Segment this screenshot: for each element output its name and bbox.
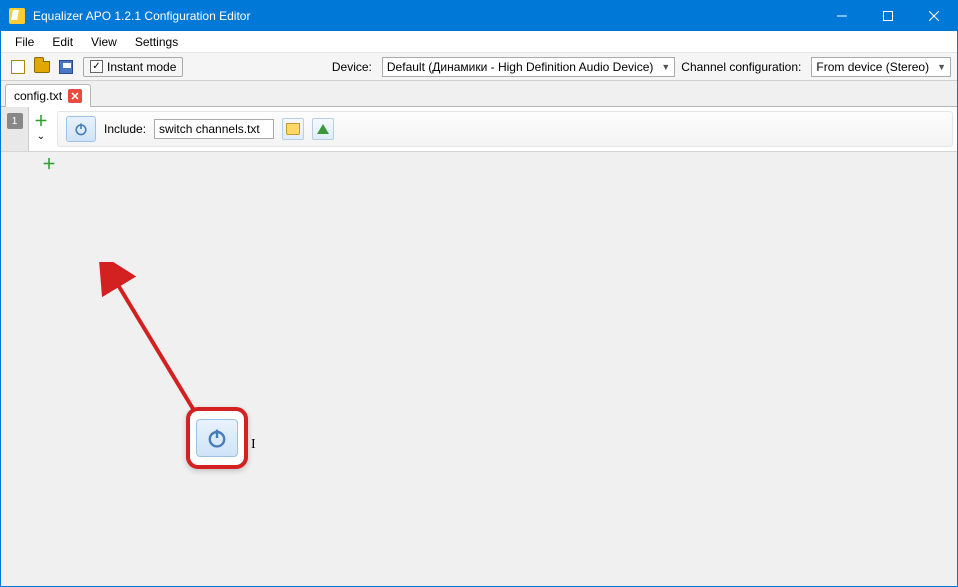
titlebar: Equalizer APO 1.2.1 Configuration Editor [1, 1, 957, 31]
instant-mode-label: Instant mode [107, 60, 176, 74]
menu-edit[interactable]: Edit [44, 33, 81, 51]
device-value: Default (Динамики - High Definition Audi… [387, 60, 653, 74]
tabbar: config.txt [1, 81, 957, 107]
instant-mode-toggle[interactable]: Instant mode [83, 57, 183, 77]
add-filter-button[interactable]: ＋ [33, 113, 49, 129]
save-icon [59, 60, 73, 74]
text-cursor-icon: I [251, 437, 256, 453]
app-icon [9, 8, 25, 24]
menu-file[interactable]: File [7, 33, 42, 51]
maximize-button[interactable] [865, 1, 911, 31]
menubar: File Edit View Settings [1, 31, 957, 53]
channel-config-value: From device (Stereo) [816, 60, 929, 74]
power-toggle-button[interactable] [66, 116, 96, 142]
chevron-down-icon: ▼ [937, 62, 946, 72]
channel-config-label: Channel configuration: [681, 60, 801, 74]
instant-mode-checkbox[interactable] [90, 60, 103, 73]
row-number: 1 [7, 113, 23, 129]
new-file-button[interactable] [7, 56, 29, 78]
open-file-button[interactable] [31, 56, 53, 78]
editor-area: 1 ＋ ⌄ Include: [1, 107, 957, 586]
include-label: Include: [104, 122, 146, 136]
arrow-up-icon [317, 124, 329, 134]
chevron-down-icon: ▼ [661, 62, 670, 72]
channel-config-select[interactable]: From device (Stereo) ▼ [811, 57, 951, 77]
power-icon [205, 426, 229, 450]
close-icon [71, 92, 79, 100]
folder-open-icon [286, 123, 300, 135]
include-file-input[interactable] [154, 119, 274, 139]
tab-config[interactable]: config.txt [5, 84, 91, 107]
close-button[interactable] [911, 1, 957, 31]
menu-settings[interactable]: Settings [127, 33, 186, 51]
open-folder-icon [34, 61, 50, 73]
add-filter-button-bottom[interactable]: ＋ [41, 156, 57, 172]
device-select[interactable]: Default (Динамики - High Definition Audi… [382, 57, 675, 77]
save-file-button[interactable] [55, 56, 77, 78]
toolbar: Instant mode Device: Default (Динамики -… [1, 53, 957, 81]
open-included-button[interactable] [312, 118, 334, 140]
device-label: Device: [332, 60, 372, 74]
window-title: Equalizer APO 1.2.1 Configuration Editor [33, 9, 250, 23]
tab-label: config.txt [14, 89, 62, 103]
tab-close-button[interactable] [68, 89, 82, 103]
power-toggle-enlarged [196, 419, 238, 457]
annotation-callout [186, 407, 248, 469]
menu-view[interactable]: View [83, 33, 125, 51]
add-row-area: ＋ [1, 152, 957, 176]
expand-row-button[interactable]: ⌄ [37, 131, 45, 142]
browse-file-button[interactable] [282, 118, 304, 140]
new-file-icon [11, 60, 25, 74]
power-icon [73, 121, 89, 137]
filter-row: 1 ＋ ⌄ Include: [1, 107, 957, 152]
minimize-button[interactable] [819, 1, 865, 31]
